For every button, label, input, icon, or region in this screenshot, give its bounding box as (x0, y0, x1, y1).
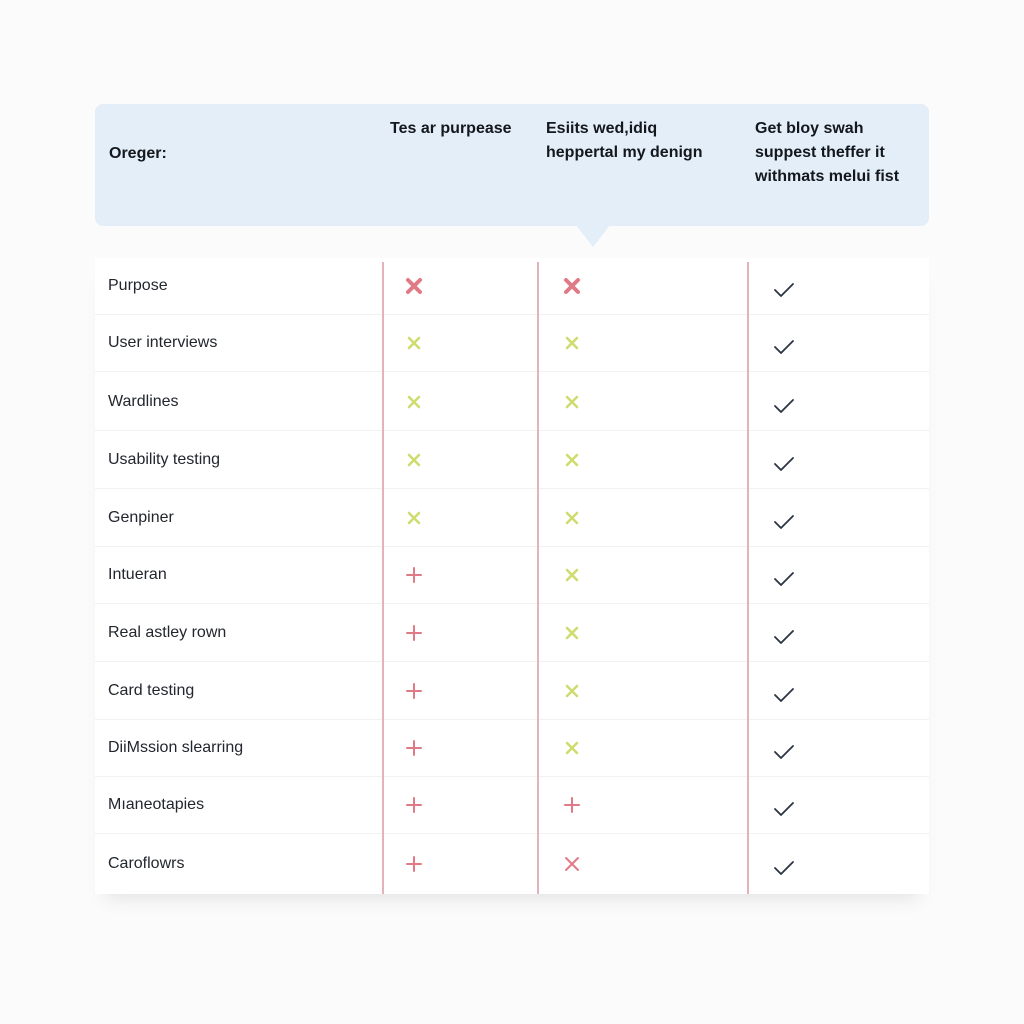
x-bold-icon (560, 257, 584, 315)
x-icon (402, 314, 426, 372)
row-label: DiiMssion slearring (108, 739, 244, 756)
x-icon (560, 489, 584, 547)
check-icon (772, 373, 796, 431)
table-row: Wardlines (95, 373, 929, 431)
row-label: Usability testing (108, 451, 221, 468)
check-icon (772, 604, 796, 662)
check-icon (772, 835, 796, 893)
row-divider (95, 833, 929, 834)
x-icon (402, 431, 426, 489)
header-col-3: Get bloy swah suppest theffer it withmat… (755, 120, 900, 185)
plus-icon (402, 776, 426, 834)
x-icon (560, 314, 584, 372)
table-row: User interviews (95, 314, 929, 372)
row-label: Genpiner (108, 509, 174, 526)
check-icon (772, 257, 796, 315)
table-row: Usability testing (95, 431, 929, 489)
plus-icon (560, 776, 584, 834)
plus-icon (402, 719, 426, 777)
header-col-0: Oreger: (109, 145, 167, 162)
column-divider (537, 262, 539, 894)
row-label: Wardlines (108, 393, 179, 410)
row-label: User interviews (108, 334, 218, 351)
row-divider (95, 371, 929, 372)
row-label: Real astley rown (108, 624, 227, 641)
row-label: Card testing (108, 682, 195, 699)
table-row: Card testing (95, 662, 929, 720)
x-bold-icon (402, 257, 426, 315)
table-row: Intueran (95, 546, 929, 604)
row-label: Purpose (108, 277, 168, 294)
row-label: Intueran (108, 566, 167, 583)
table-row: Purpose (95, 257, 929, 315)
x-icon (560, 604, 584, 662)
column-divider (382, 262, 384, 894)
table-row: Real astley rown (95, 604, 929, 662)
plus-icon (402, 835, 426, 893)
check-icon (772, 546, 796, 604)
check-icon (772, 776, 796, 834)
x-icon (402, 373, 426, 431)
column-divider (747, 262, 749, 894)
x-icon (560, 373, 584, 431)
x-icon (402, 489, 426, 547)
table-row: DiiMssion slearring (95, 719, 929, 777)
check-icon (772, 314, 796, 372)
table-row: Mıaneotapies (95, 776, 929, 834)
plus-icon (402, 604, 426, 662)
plus-icon (402, 546, 426, 604)
x-icon (560, 546, 584, 604)
row-label: Caroflowrs (108, 855, 185, 872)
check-icon (772, 431, 796, 489)
x-icon (560, 662, 584, 720)
table-row: Caroflowrs (95, 835, 929, 893)
x-icon (560, 431, 584, 489)
header-pointer (576, 225, 610, 247)
table-row: Genpiner (95, 489, 929, 547)
header-col-1: Tes ar purpease (390, 120, 512, 137)
check-icon (772, 489, 796, 547)
row-label: Mıaneotapies (108, 796, 205, 813)
check-icon (772, 662, 796, 720)
x-icon (560, 835, 584, 893)
check-icon (772, 719, 796, 777)
plus-icon (402, 662, 426, 720)
x-icon (560, 719, 584, 777)
header-col-2: Esiits wed,idiq heppertal my denign (546, 120, 703, 161)
